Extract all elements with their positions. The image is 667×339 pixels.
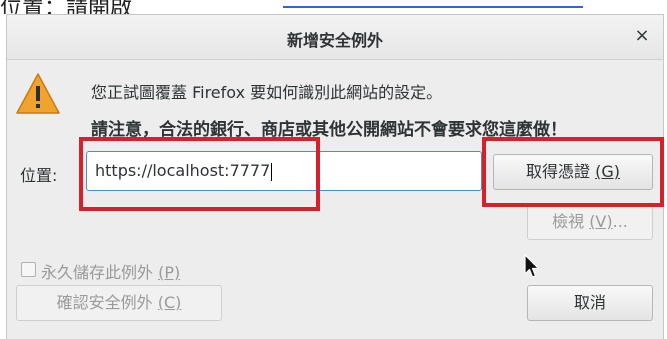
permanent-exception-mnemonic: (P)	[158, 263, 181, 282]
location-input[interactable]: https://localhost:7777	[86, 151, 482, 191]
warning-icon	[16, 73, 60, 114]
get-certificate-label: 取得憑證	[526, 162, 596, 181]
view-ellipsis: ...	[612, 212, 628, 231]
background-page-strip: 位置：請開啟	[0, 0, 667, 14]
permanent-exception-label: 永久儲存此例外 (P)	[41, 259, 180, 283]
view-label: 檢視	[552, 212, 590, 231]
dialog-titlebar: 新增安全例外 ×	[7, 15, 663, 60]
get-certificate-button[interactable]: 取得憑證 (G)	[493, 154, 653, 190]
mouse-pointer-icon	[524, 254, 540, 278]
location-label: 位置:	[20, 166, 58, 185]
close-icon[interactable]: ×	[631, 25, 653, 47]
permanent-exception-checkbox[interactable]	[21, 262, 36, 277]
message-line-1: 您正試圖覆蓋 Firefox 要如何識別此網站的設定。	[91, 83, 443, 102]
add-security-exception-dialog: 新增安全例外 × 您正試圖覆蓋 Firefox 要如何識別此網站的設定。 請注意…	[6, 14, 664, 339]
confirm-exception-label: 確認安全例外	[56, 293, 158, 312]
cancel-button[interactable]: 取消	[527, 285, 653, 321]
get-certificate-mnemonic: (G)	[595, 162, 620, 181]
background-link-underline	[283, 6, 583, 8]
message-line-2-warning: 請注意，合法的銀行、商店或其他公開網站不會要求您這麼做！	[91, 120, 567, 140]
background-text-fragment: 位置：請開啟	[0, 0, 133, 14]
view-certificate-button[interactable]: 檢視 (V)...	[527, 204, 653, 240]
confirm-exception-mnemonic: (C)	[157, 293, 182, 312]
text-caret	[271, 162, 273, 181]
permanent-exception-text: 永久儲存此例外	[41, 263, 159, 282]
dialog-title: 新增安全例外	[286, 31, 383, 50]
confirm-exception-button[interactable]: 確認安全例外 (C)	[16, 285, 222, 321]
location-input-value: https://localhost:7777	[95, 161, 271, 180]
view-mnemonic: (V)	[589, 212, 613, 231]
